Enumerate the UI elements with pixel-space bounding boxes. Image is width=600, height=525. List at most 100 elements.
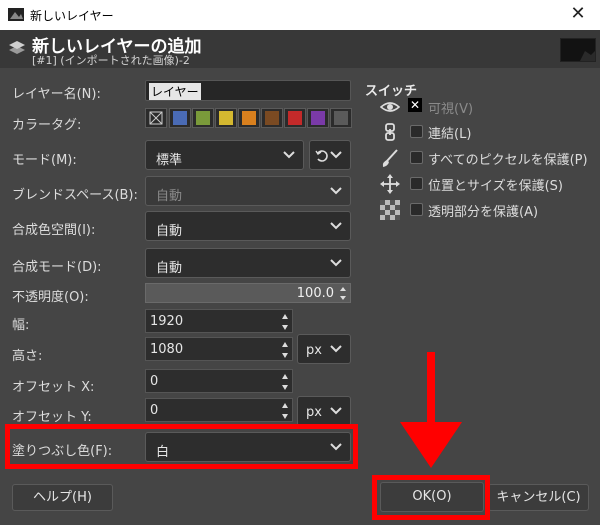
help-button[interactable]: ヘルプ(H): [12, 484, 113, 511]
chevron-down-icon: [330, 222, 342, 230]
color-tag-swatch[interactable]: [238, 108, 260, 128]
lock-position-label: 位置とサイズを保護(S): [428, 179, 564, 194]
switch-linked[interactable]: 連結(L): [380, 121, 580, 143]
lock-alpha-checkbox[interactable]: [410, 203, 423, 216]
height-input[interactable]: 1080: [145, 337, 293, 361]
checkerboard-icon: [380, 200, 400, 220]
layer-name-input[interactable]: レイヤー: [145, 80, 351, 101]
offset-unit-select[interactable]: px: [297, 396, 351, 426]
color-tag-swatch-fill: [288, 111, 302, 125]
linked-label: 連結(L): [428, 127, 472, 142]
mode-group-icon: [315, 150, 328, 162]
color-tag-label: カラータグ:: [12, 118, 82, 133]
switch-lock-pixels[interactable]: すべてのピクセルを保護(P): [380, 147, 600, 169]
composite-mode-select[interactable]: 自動: [145, 248, 351, 278]
image-thumbnail: [560, 38, 596, 62]
lock-pixels-checkbox[interactable]: [410, 151, 423, 164]
color-tag-swatch-fill: [311, 111, 325, 125]
eye-icon: [380, 102, 400, 112]
height-label: 高さ:: [12, 349, 43, 364]
lock-pixels-label: すべてのピクセルを保護(P): [428, 153, 588, 168]
dialog-header: 新しいレイヤーの追加 [#1] (インポートされた画像)-2: [0, 30, 600, 68]
spin-arrows-icon[interactable]: [280, 400, 290, 422]
visible-label: 可視(V): [428, 102, 474, 117]
blend-space-label: ブレンドスペース(B):: [12, 188, 138, 203]
offset-x-label: オフセット X:: [12, 380, 95, 395]
spin-arrows-icon[interactable]: [280, 311, 290, 333]
close-icon[interactable]: ✕: [568, 3, 588, 24]
size-unit-value: px: [306, 343, 322, 358]
color-tag-swatch-fill: [334, 111, 348, 125]
linked-checkbox[interactable]: [410, 125, 423, 138]
layer-name-label: レイヤー名(N):: [12, 87, 101, 102]
width-label: 幅:: [12, 318, 30, 333]
composite-space-label: 合成色空間(I):: [12, 223, 96, 238]
mode-label: モード(M):: [12, 153, 77, 168]
no-color-icon: [149, 111, 163, 125]
brush-icon: [382, 149, 398, 167]
fill-highlight-box: [5, 424, 358, 469]
color-tag-swatch[interactable]: [261, 108, 283, 128]
cancel-button[interactable]: キャンセル(C): [488, 484, 589, 511]
chevron-down-icon: [330, 151, 342, 159]
composite-space-select[interactable]: 自動: [145, 211, 351, 241]
composite-mode-value: 自動: [156, 261, 183, 276]
chevron-down-icon: [330, 407, 342, 415]
lock-alpha-label: 透明部分を保護(A): [428, 205, 539, 220]
help-button-label: ヘルプ(H): [33, 490, 92, 505]
offset-y-value: 0: [150, 403, 159, 418]
cancel-button-label: キャンセル(C): [496, 490, 581, 505]
visible-checkbox[interactable]: ✕: [408, 98, 422, 112]
opacity-label: 不透明度(O):: [12, 290, 89, 305]
width-input[interactable]: 1920: [145, 309, 293, 333]
window-title: 新しいレイヤー: [30, 9, 114, 23]
dialog-subtitle: [#1] (インポートされた画像)-2: [32, 54, 190, 67]
color-tag-swatch-fill: [265, 111, 279, 125]
opacity-slider[interactable]: 100.0: [145, 283, 351, 303]
height-value: 1080: [150, 342, 184, 357]
color-tag-swatch[interactable]: [192, 108, 214, 128]
composite-space-value: 自動: [156, 224, 183, 239]
offset-x-value: 0: [150, 374, 159, 389]
offset-y-input[interactable]: 0: [145, 398, 293, 422]
size-unit-select[interactable]: px: [297, 334, 351, 364]
ok-highlight-box: [372, 475, 490, 520]
switch-lock-position[interactable]: 位置とサイズを保護(S): [380, 173, 580, 195]
move-icon: [380, 174, 400, 194]
chevron-down-icon: [283, 151, 295, 159]
switch-visible[interactable]: ✕ 可視(V): [380, 96, 580, 118]
switch-lock-alpha[interactable]: 透明部分を保護(A): [380, 199, 580, 221]
spin-arrows-icon[interactable]: [280, 339, 290, 361]
color-tag-none[interactable]: [145, 108, 167, 128]
mode-value: 標準: [156, 153, 183, 168]
blend-space-select[interactable]: 自動: [145, 176, 351, 206]
layer-name-value: レイヤー: [149, 83, 201, 100]
color-tag-swatch-fill: [196, 111, 210, 125]
chevron-down-icon: [330, 259, 342, 267]
blend-space-value: 自動: [156, 189, 183, 204]
spin-arrows-icon[interactable]: [338, 285, 348, 302]
spin-arrows-icon[interactable]: [280, 371, 290, 393]
color-tag-swatch-fill: [173, 111, 187, 125]
color-tag-swatch[interactable]: [169, 108, 191, 128]
color-tag-swatch-fill: [219, 111, 233, 125]
mode-group-select[interactable]: [309, 140, 351, 170]
width-value: 1920: [150, 314, 184, 329]
new-layer-icon: [9, 41, 25, 54]
color-tag-swatch[interactable]: [330, 108, 352, 128]
composite-mode-label: 合成モード(D):: [12, 260, 102, 275]
gimp-app-icon: [8, 8, 24, 21]
chevron-down-icon: [330, 345, 342, 353]
offset-y-label: オフセット Y:: [12, 410, 92, 425]
color-tag-swatch[interactable]: [284, 108, 306, 128]
chevron-down-icon: [330, 187, 342, 195]
offset-unit-value: px: [306, 405, 322, 420]
color-tag-swatch-fill: [242, 111, 256, 125]
chain-icon: [385, 123, 395, 141]
opacity-value: 100.0: [296, 286, 334, 301]
offset-x-input[interactable]: 0: [145, 369, 293, 393]
mode-select[interactable]: 標準: [145, 140, 304, 170]
color-tag-swatch[interactable]: [215, 108, 237, 128]
lock-position-checkbox[interactable]: [410, 177, 423, 190]
color-tag-swatch[interactable]: [307, 108, 329, 128]
